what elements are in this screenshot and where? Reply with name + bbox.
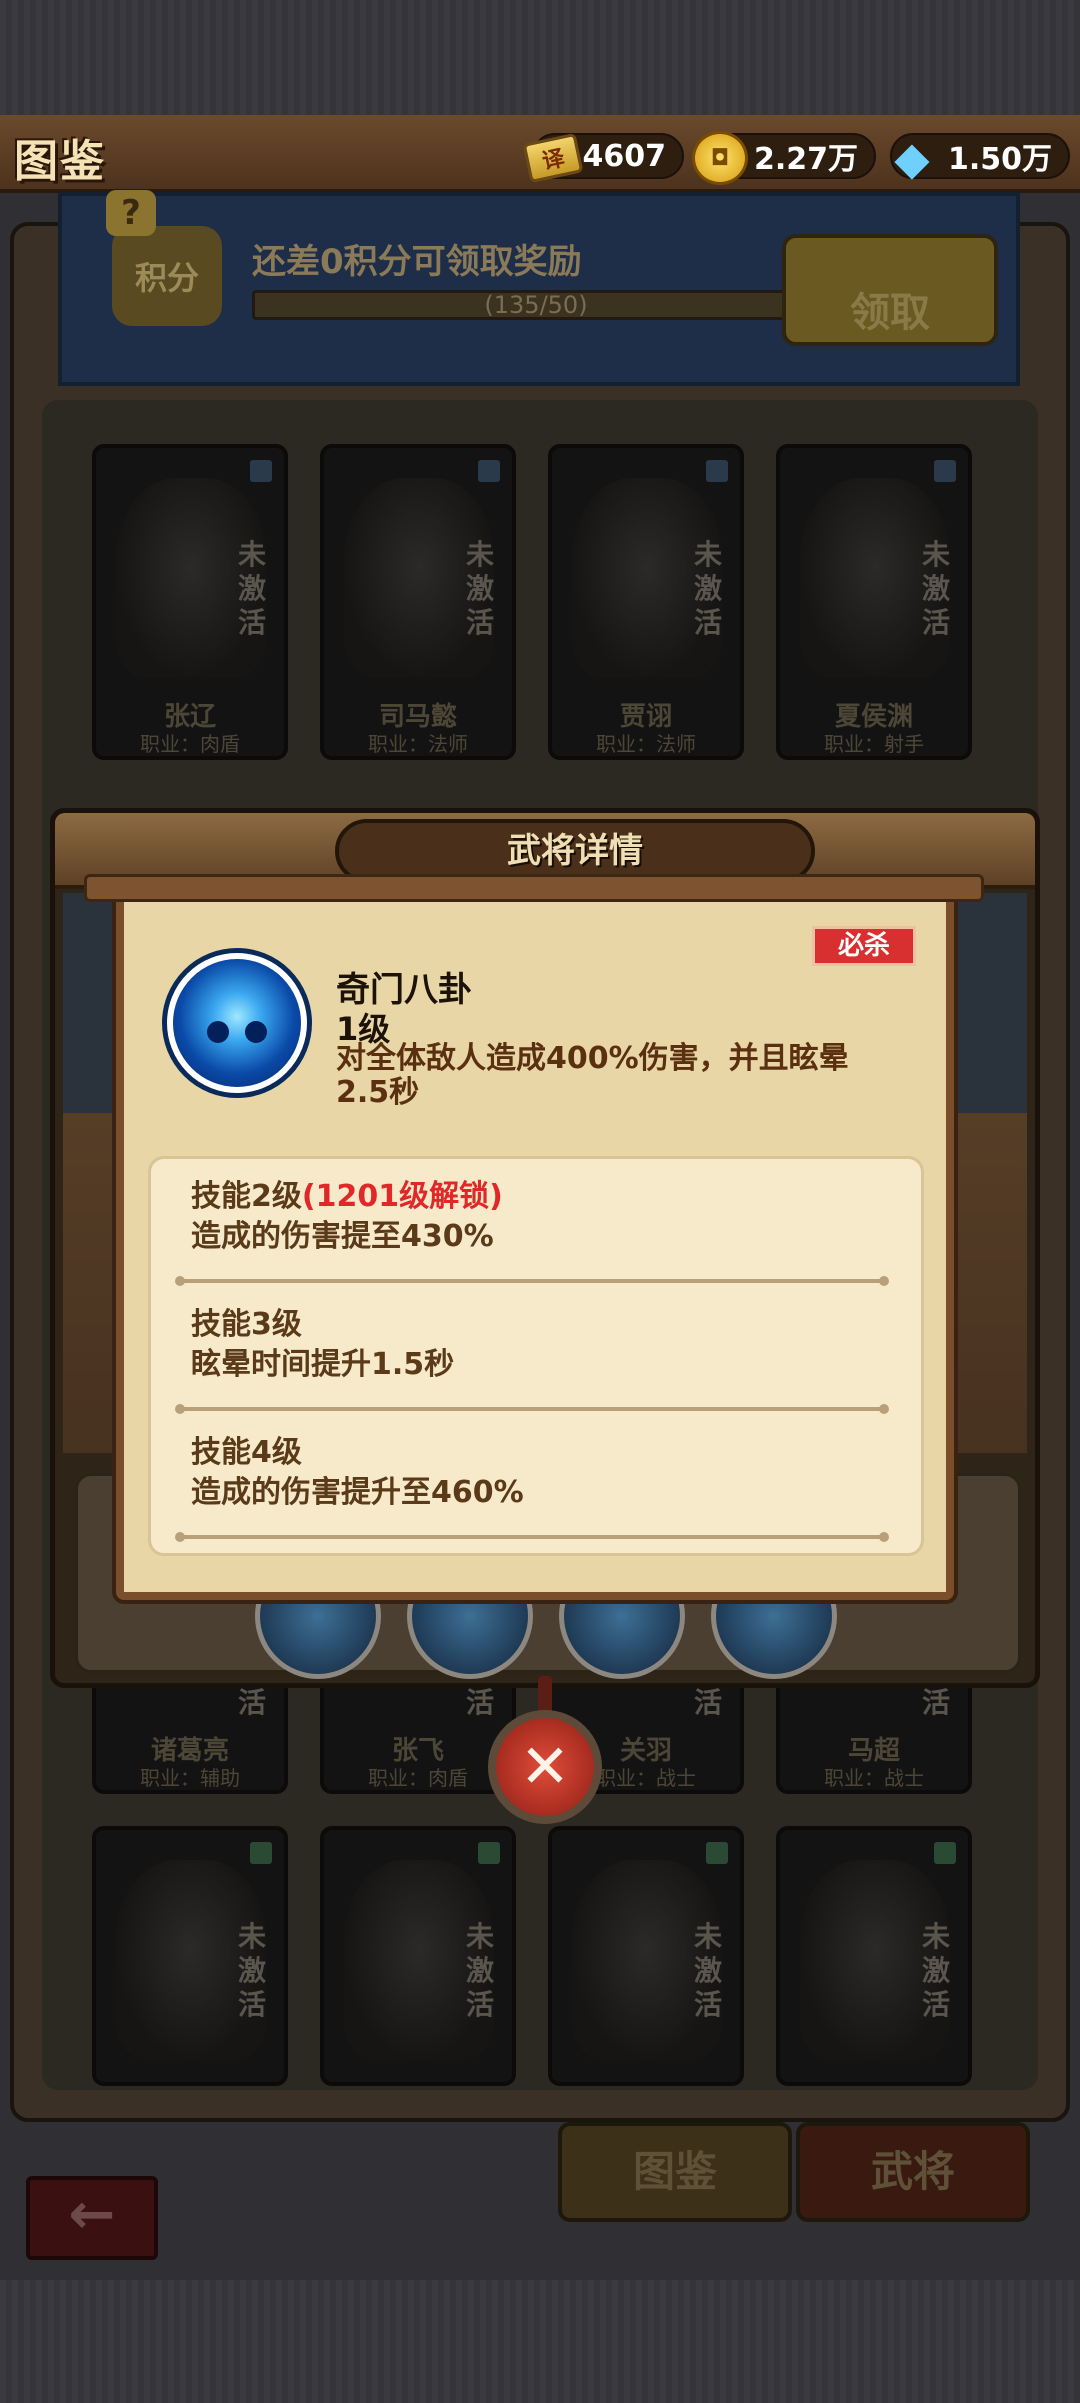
divider	[175, 1404, 889, 1414]
upgrade-item: 技能3级 眩晕时间提升1.5秒	[191, 1305, 454, 1385]
tab-generals[interactable]: 武将	[796, 2122, 1030, 2222]
rarity-tag	[934, 1842, 956, 1864]
inactive-label: 未激活	[694, 1920, 723, 2021]
gem-amount: 1.50万	[947, 142, 1052, 177]
general-role: 职业：肉盾	[140, 732, 240, 756]
inactive-label: 未激活	[238, 1920, 267, 2021]
rarity-tag	[706, 1842, 728, 1864]
ticket-icon: 译	[522, 132, 584, 184]
close-button[interactable]: ✕	[488, 1710, 602, 1824]
ultimate-badge: 必杀	[812, 926, 916, 966]
general-role: 职业：肉盾	[368, 1766, 468, 1790]
reward-text: 还差0积分可领取奖励	[252, 242, 582, 282]
general-card[interactable]: 未激活 贾诩 职业：法师	[548, 444, 744, 760]
inactive-label: 未激活	[466, 1920, 495, 2021]
claim-button[interactable]: 领取	[782, 234, 998, 346]
inactive-label: 活	[466, 1686, 495, 1719]
header-bar: 图鉴 译 4607 ◘ 2.27万 ◆ 1.50万	[0, 115, 1080, 193]
close-icon: ✕	[519, 1732, 571, 1802]
skill-icon	[162, 948, 312, 1098]
upgrade-effect: 造成的伤害提至430%	[191, 1219, 494, 1254]
rarity-tag	[478, 460, 500, 482]
coin-counter[interactable]: ◘ 2.27万	[692, 131, 876, 185]
inactive-label: 未激活	[466, 538, 495, 639]
page-title: 图鉴	[14, 136, 106, 187]
rarity-tag	[250, 1842, 272, 1864]
upgrade-item: 技能4级 造成的伤害提升至460%	[191, 1433, 524, 1513]
back-arrow-icon[interactable]: ←	[26, 2176, 158, 2260]
coin-amount: 2.27万	[753, 142, 858, 177]
inactive-label: 未激活	[922, 538, 951, 639]
rarity-tag	[706, 460, 728, 482]
upgrade-item: 技能2级(1201级解锁) 造成的伤害提至430%	[191, 1177, 503, 1257]
help-icon[interactable]: ?	[106, 190, 156, 236]
ticket-amount: 4607	[582, 138, 667, 174]
general-card[interactable]: 未激活	[548, 1826, 744, 2086]
skill-description: 对全体敌人造成400%伤害，并且眩晕2.5秒	[336, 1041, 849, 1110]
reward-bar: 积分 ? 还差0积分可领取奖励 (135/50) 领取	[58, 190, 1020, 386]
general-role: 职业：辅助	[140, 1766, 240, 1790]
upgrade-title: 技能2级	[191, 1179, 302, 1214]
gem-icon: ◆	[894, 131, 930, 185]
ticket-counter[interactable]: 译 4607	[522, 132, 684, 184]
skill-detail-popup: 必杀 奇门八卦 1级 对全体敌人造成400%伤害，并且眩晕2.5秒 技能2级(1…	[84, 874, 984, 1600]
points-badge: 积分	[112, 226, 222, 326]
upgrade-effect: 眩晕时间提升1.5秒	[191, 1347, 455, 1382]
inactive-label: 未激活	[694, 538, 723, 639]
reward-progress: (135/50)	[252, 290, 820, 320]
upgrade-title: 技能4级	[191, 1435, 302, 1470]
general-role: 职业：战士	[824, 1766, 924, 1790]
inactive-label: 活	[922, 1686, 951, 1719]
popup-hanger	[84, 874, 984, 902]
divider	[175, 1276, 889, 1286]
coin-icon: ◘	[692, 131, 748, 185]
rarity-tag	[934, 460, 956, 482]
general-card[interactable]: 未激活 司马懿 职业：法师	[320, 444, 516, 760]
inactive-label: 活	[238, 1686, 267, 1719]
upgrade-effect: 造成的伤害提升至460%	[191, 1475, 524, 1510]
top-band	[0, 0, 1080, 115]
general-card[interactable]: 未激活	[92, 1826, 288, 2086]
rarity-tag	[478, 1842, 500, 1864]
unlock-requirement: (1201级解锁)	[301, 1179, 503, 1214]
general-role: 职业：射手	[824, 732, 924, 756]
bottom-band	[0, 2280, 1080, 2403]
inactive-label: 未激活	[922, 1920, 951, 2021]
divider	[175, 1532, 889, 1542]
skill-upgrade-list: 技能2级(1201级解锁) 造成的伤害提至430% 技能3级 眩晕时间提升1.5…	[148, 1156, 924, 1556]
general-role: 职业：法师	[368, 732, 468, 756]
general-card[interactable]: 未激活	[320, 1826, 516, 2086]
inactive-label: 未激活	[238, 538, 267, 639]
upgrade-title: 技能3级	[191, 1307, 302, 1342]
rarity-tag	[250, 460, 272, 482]
gem-counter[interactable]: ◆ 1.50万	[890, 131, 1070, 185]
general-card[interactable]: 未激活	[776, 1826, 972, 2086]
general-card[interactable]: 未激活 夏侯渊 职业：射手	[776, 444, 972, 760]
tab-atlas[interactable]: 图鉴	[558, 2122, 792, 2222]
general-role: 职业：法师	[596, 732, 696, 756]
inactive-label: 活	[694, 1686, 723, 1719]
general-card[interactable]: 未激活 张辽 职业：肉盾	[92, 444, 288, 760]
